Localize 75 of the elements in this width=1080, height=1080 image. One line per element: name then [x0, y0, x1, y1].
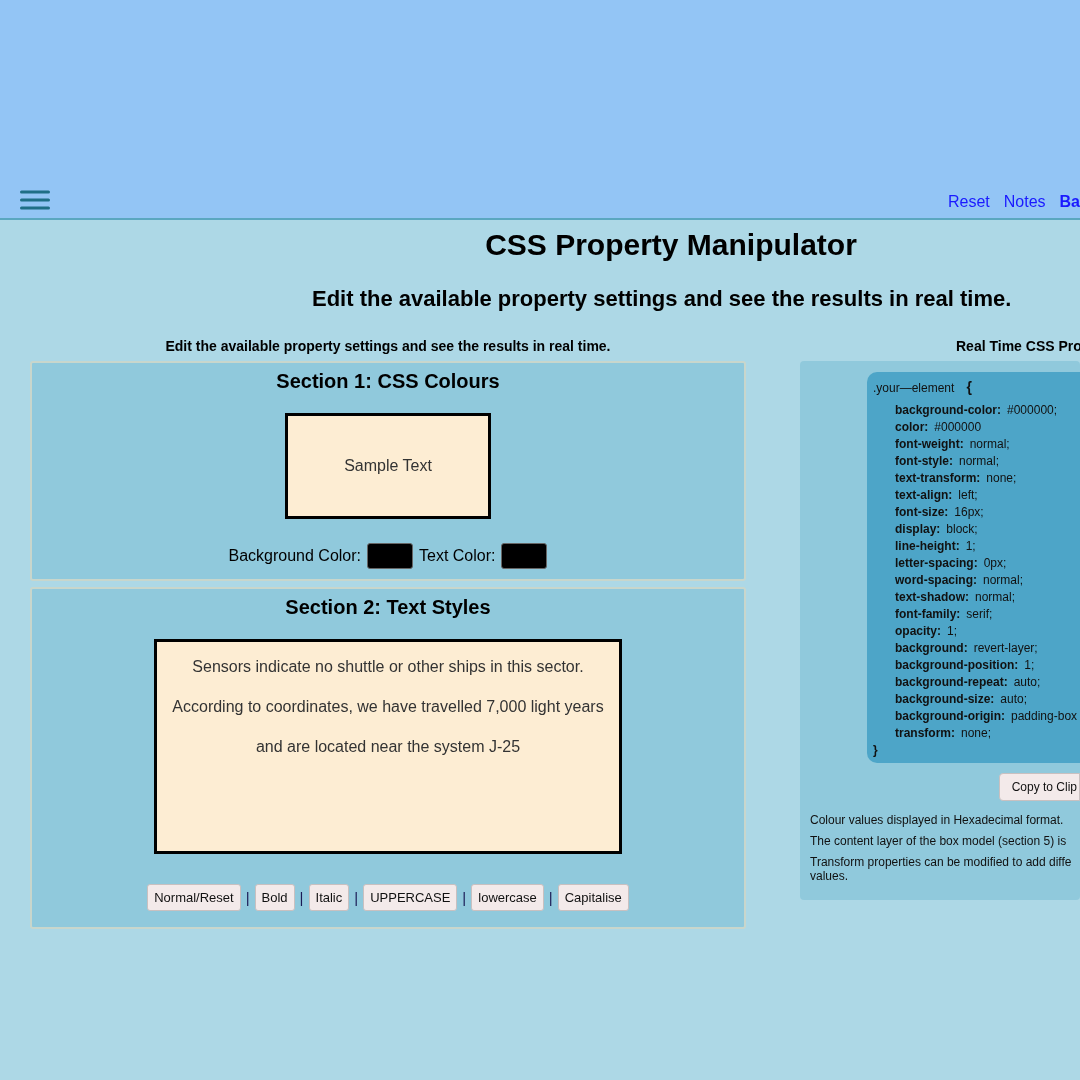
style-button[interactable]: lowercase: [471, 884, 544, 911]
separator: |: [245, 889, 250, 906]
css-property: word-spacing:: [895, 573, 977, 587]
css-value: #000000: [934, 420, 982, 434]
sample-paragraph: Sensors indicate no shuttle or other ships in this sector.: [191, 658, 585, 676]
css-property: background-color:: [895, 403, 1001, 417]
nav-link[interactable]: Reset: [947, 193, 990, 211]
color-label: Background Color:: [228, 547, 361, 565]
css-value: #000000;: [1007, 403, 1058, 417]
sample-text: Sample Text: [344, 457, 432, 475]
css-value: block;: [946, 522, 978, 536]
page-title: CSS Property Manipulator: [484, 228, 858, 262]
css-property: font-family:: [895, 607, 961, 621]
sample-paragraph: According to coordinates, we have travelled 7,000 light years: [171, 698, 605, 716]
css-value: auto;: [1013, 675, 1041, 689]
style-button[interactable]: Italic: [308, 884, 350, 911]
css-value: normal;: [983, 573, 1024, 587]
sample-paragraph: and are located near the system J-25: [254, 738, 522, 756]
nav-link[interactable]: Notes: [1003, 193, 1046, 211]
css-value: 16px;: [954, 505, 984, 519]
css-value: 1;: [1024, 658, 1035, 672]
color-label: Text Color:: [419, 547, 496, 565]
css-value: padding-box: [1011, 709, 1078, 723]
style-button[interactable]: Normal/Reset: [147, 884, 241, 911]
note-text: Colour values displayed in Hexadecimal format.: [810, 813, 1065, 827]
css-property: letter-spacing:: [895, 556, 978, 570]
css-selector: .your—element: [873, 381, 955, 395]
css-value: auto;: [1000, 692, 1028, 706]
css-property: opacity:: [895, 624, 941, 638]
style-button[interactable]: UPPERCASE: [363, 884, 458, 911]
section-title: Section 2: Text Styles: [285, 596, 491, 619]
css-property: color:: [895, 420, 929, 434]
column-heading: Edit the available property settings and see the results in real time.: [164, 338, 612, 354]
separator: |: [548, 889, 553, 906]
css-value: 1;: [947, 624, 958, 638]
css-value: revert-layer;: [973, 641, 1038, 655]
separator: |: [299, 889, 304, 906]
separator: |: [354, 889, 359, 906]
brace: }: [873, 743, 878, 757]
css-value: normal;: [959, 454, 999, 468]
style-button[interactable]: Capitalise: [557, 884, 629, 911]
css-property: font-style:: [895, 454, 953, 468]
separator: |: [462, 889, 467, 906]
copy-button[interactable]: Copy to Clip: [998, 773, 1080, 801]
css-property: background-position:: [895, 658, 1019, 672]
css-value: normal;: [975, 590, 1016, 604]
css-value: 1;: [965, 539, 976, 553]
css-property: background-size:: [895, 692, 995, 706]
css-property: line-height:: [895, 539, 960, 553]
color-swatch[interactable]: [501, 543, 548, 569]
css-value: none;: [986, 471, 1017, 485]
css-property: font-weight:: [895, 437, 964, 451]
css-property: background-origin:: [895, 709, 1005, 723]
css-value: serif;: [966, 607, 993, 621]
css-property: background-repeat:: [895, 675, 1008, 689]
css-property: text-align:: [895, 488, 953, 502]
menu-icon[interactable]: [20, 190, 50, 210]
css-property: transform:: [895, 726, 955, 740]
css-property: background:: [895, 641, 968, 655]
css-value: left;: [958, 488, 978, 502]
css-value: 0px;: [983, 556, 1007, 570]
brace: {: [966, 379, 972, 395]
css-value: none;: [961, 726, 992, 740]
css-value: normal;: [969, 437, 1010, 451]
css-property: text-transform:: [895, 471, 981, 485]
page-subtitle: Edit the available property settings and see the results in real time.: [311, 286, 1013, 312]
style-button[interactable]: Bold: [254, 884, 295, 911]
note-text: The content layer of the box model (section 5) is: [810, 834, 1068, 848]
note-text: Transform properties can be modified to add diffe values.: [810, 855, 1073, 883]
nav-link[interactable]: Ba: [1059, 193, 1080, 211]
css-property: font-size:: [895, 505, 949, 519]
css-property: text-shadow:: [895, 590, 969, 604]
color-swatch[interactable]: [367, 543, 413, 569]
section-title: Section 1: CSS Colours: [276, 370, 500, 393]
css-property: display:: [895, 522, 941, 536]
